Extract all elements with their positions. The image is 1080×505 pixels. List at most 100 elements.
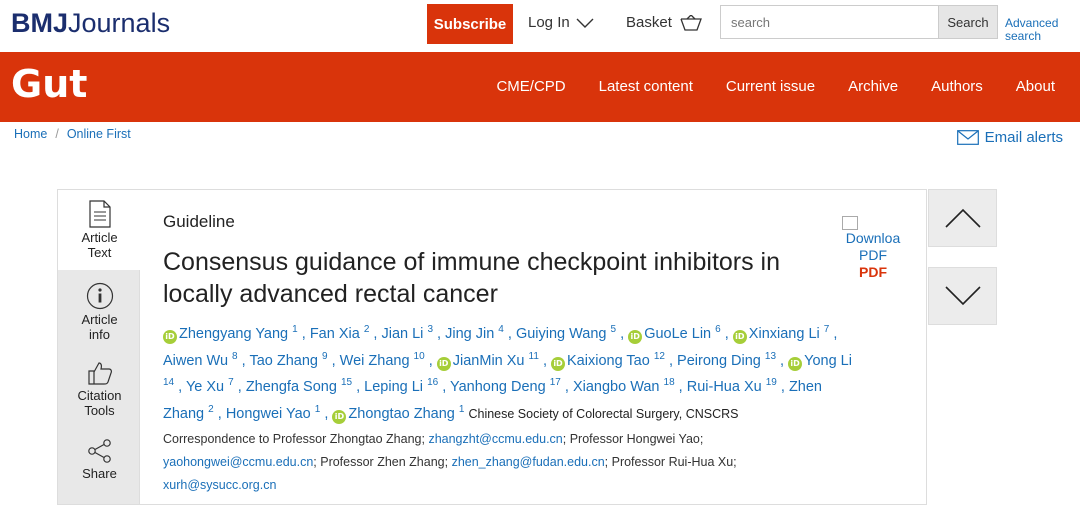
author-link[interactable]: Zhengfa Song xyxy=(246,379,337,395)
author-affiliation-number[interactable]: 12 xyxy=(654,351,665,362)
broken-image-icon xyxy=(842,216,858,230)
scroll-down-button[interactable] xyxy=(928,267,997,325)
author-affiliation-number[interactable]: 1 xyxy=(459,404,465,415)
author-affiliation-number[interactable]: 11 xyxy=(529,351,539,362)
article-title: Consensus guidance of immune checkpoint … xyxy=(163,248,781,308)
pdf-alt-text-2: PDF xyxy=(859,247,887,263)
author-link[interactable]: Rui-Hua Xu xyxy=(687,379,762,395)
author-affiliation-number[interactable]: 9 xyxy=(322,351,328,362)
tab-article-text[interactable]: Article Text xyxy=(58,190,141,270)
author-affiliation-number[interactable]: 6 xyxy=(715,324,721,335)
author-affiliation-number[interactable]: 1 xyxy=(292,324,298,335)
author-affiliation-number[interactable]: 1 xyxy=(315,404,321,415)
pdf-alt-text-1: Downloa xyxy=(845,230,901,246)
author-link[interactable]: Yong Li xyxy=(804,353,852,369)
author-link[interactable]: Jing Jin xyxy=(445,326,494,342)
author-link[interactable]: Kaixiong Tao xyxy=(567,353,650,369)
tab-article-text-label-1: Article xyxy=(81,230,118,245)
author-affiliation-number[interactable]: 2 xyxy=(364,324,370,335)
orcid-icon[interactable]: iD xyxy=(628,330,643,344)
email-link[interactable]: zhangzht@ccmu.edu.cn xyxy=(428,432,562,446)
author-affiliation-number[interactable]: 7 xyxy=(824,324,830,335)
author-link[interactable]: Peirong Ding xyxy=(677,353,761,369)
basket-label: Basket xyxy=(626,14,672,31)
author-affiliation-number[interactable]: 19 xyxy=(766,377,777,388)
author-affiliation-number[interactable]: 17 xyxy=(550,377,561,388)
download-pdf-link[interactable]: Downloa PDF PDF xyxy=(840,216,906,281)
orcid-icon[interactable]: iD xyxy=(163,330,177,344)
advanced-search-link[interactable]: Advanced search xyxy=(1005,17,1075,43)
email-alerts-link[interactable]: Email alerts xyxy=(956,129,1063,146)
breadcrumb-home[interactable]: Home xyxy=(14,127,47,141)
author-link[interactable]: Zhongtao Zhang xyxy=(348,406,454,422)
author-affiliation-number[interactable]: 10 xyxy=(414,351,425,362)
nav-archive[interactable]: Archive xyxy=(848,78,898,95)
search-button[interactable]: Search xyxy=(938,5,998,39)
author-link[interactable]: Ye Xu xyxy=(186,379,224,395)
author-link[interactable]: Guiying Wang xyxy=(516,326,607,342)
author-link[interactable]: Leping Li xyxy=(364,379,423,395)
orcid-icon[interactable]: iD xyxy=(732,330,747,344)
author-link[interactable]: Fan Xia xyxy=(310,326,360,342)
orcid-icon[interactable]: iD xyxy=(788,356,803,371)
chevron-down-icon xyxy=(944,286,981,306)
author-list: iD Zhengyang Yang 1 , Fan Xia 2 , Jian Li… xyxy=(163,324,852,424)
login-menu[interactable]: Log In xyxy=(528,14,594,31)
envelope-icon xyxy=(956,130,979,145)
scroll-up-button[interactable] xyxy=(928,189,997,247)
author-link[interactable]: Yanhong Deng xyxy=(450,379,546,395)
document-icon xyxy=(88,200,111,228)
author-link[interactable]: Hongwei Yao xyxy=(226,406,311,422)
orcid-icon[interactable]: iD xyxy=(332,409,347,424)
breadcrumb-online-first[interactable]: Online First xyxy=(67,127,131,141)
author-link[interactable]: GuoLe Lin xyxy=(644,326,711,342)
nav-about[interactable]: About xyxy=(1016,78,1055,95)
author-link[interactable]: Xiangbo Wan xyxy=(573,379,660,395)
author-affiliation-number[interactable]: 14 xyxy=(163,377,174,388)
subscribe-button[interactable]: Subscribe xyxy=(427,4,513,44)
author-link[interactable]: Zhengyang Yang xyxy=(179,326,288,342)
author-group: Chinese Society of Colorectal Surgery, C… xyxy=(468,406,739,421)
email-link[interactable]: xurh@sysucc.org.cn xyxy=(163,478,276,492)
tab-article-info[interactable]: Article info xyxy=(58,282,141,342)
article-header-card: Guideline Consensus guidance of immune c… xyxy=(140,189,927,505)
top-bar: BMJJournals Subscribe Log In Basket Sear… xyxy=(0,0,1080,52)
author-link[interactable]: JianMin Xu xyxy=(453,353,525,369)
author-link[interactable]: Aiwen Wu xyxy=(163,353,228,369)
nav-current-issue[interactable]: Current issue xyxy=(726,78,815,95)
author-link[interactable]: Wei Zhang xyxy=(340,353,410,369)
author-affiliation-number[interactable]: 5 xyxy=(611,324,617,335)
correspondence-prefix: Correspondence to Professor Zhongtao Zha… xyxy=(163,432,425,446)
author-link[interactable]: Xinxiang Li xyxy=(749,326,820,342)
nav-latest-content[interactable]: Latest content xyxy=(599,78,693,95)
author-affiliation-number[interactable]: 18 xyxy=(664,377,675,388)
breadcrumb: Home / Online First xyxy=(14,127,131,141)
pdf-label: PDF xyxy=(859,264,887,280)
orcid-icon[interactable]: iD xyxy=(436,356,451,371)
author-affiliation-number[interactable]: 13 xyxy=(765,351,776,362)
tab-share[interactable]: Share xyxy=(58,438,141,481)
nav-authors[interactable]: Authors xyxy=(931,78,983,95)
nav-cme-cpd[interactable]: CME/CPD xyxy=(496,78,565,95)
journal-title[interactable]: Gut xyxy=(11,62,87,106)
author-affiliation-number[interactable]: 2 xyxy=(208,404,214,415)
login-label: Log In xyxy=(528,14,570,31)
email-link[interactable]: yaohongwei@ccmu.edu.cn xyxy=(163,455,313,469)
basket-link[interactable]: Basket xyxy=(626,14,702,31)
breadcrumb-separator: / xyxy=(55,127,59,141)
chevron-down-icon xyxy=(576,18,594,28)
bmj-journals-logo[interactable]: BMJJournals xyxy=(11,8,170,39)
email-link[interactable]: zhen_zhang@fudan.edu.cn xyxy=(452,455,605,469)
author-link[interactable]: Jian Li xyxy=(381,326,423,342)
search-input[interactable] xyxy=(720,5,939,39)
author-affiliation-number[interactable]: 15 xyxy=(341,377,352,388)
author-affiliation-number[interactable]: 8 xyxy=(232,351,238,362)
journal-nav-links: CME/CPD Latest content Current issue Arc… xyxy=(496,78,1055,95)
orcid-icon[interactable]: iD xyxy=(551,356,566,371)
author-affiliation-number[interactable]: 7 xyxy=(228,377,234,388)
author-link[interactable]: Tao Zhang xyxy=(249,353,318,369)
author-affiliation-number[interactable]: 16 xyxy=(427,377,438,388)
author-affiliation-number[interactable]: 4 xyxy=(498,324,504,335)
tab-citation-tools[interactable]: Citation Tools xyxy=(58,360,141,418)
author-affiliation-number[interactable]: 3 xyxy=(427,324,433,335)
